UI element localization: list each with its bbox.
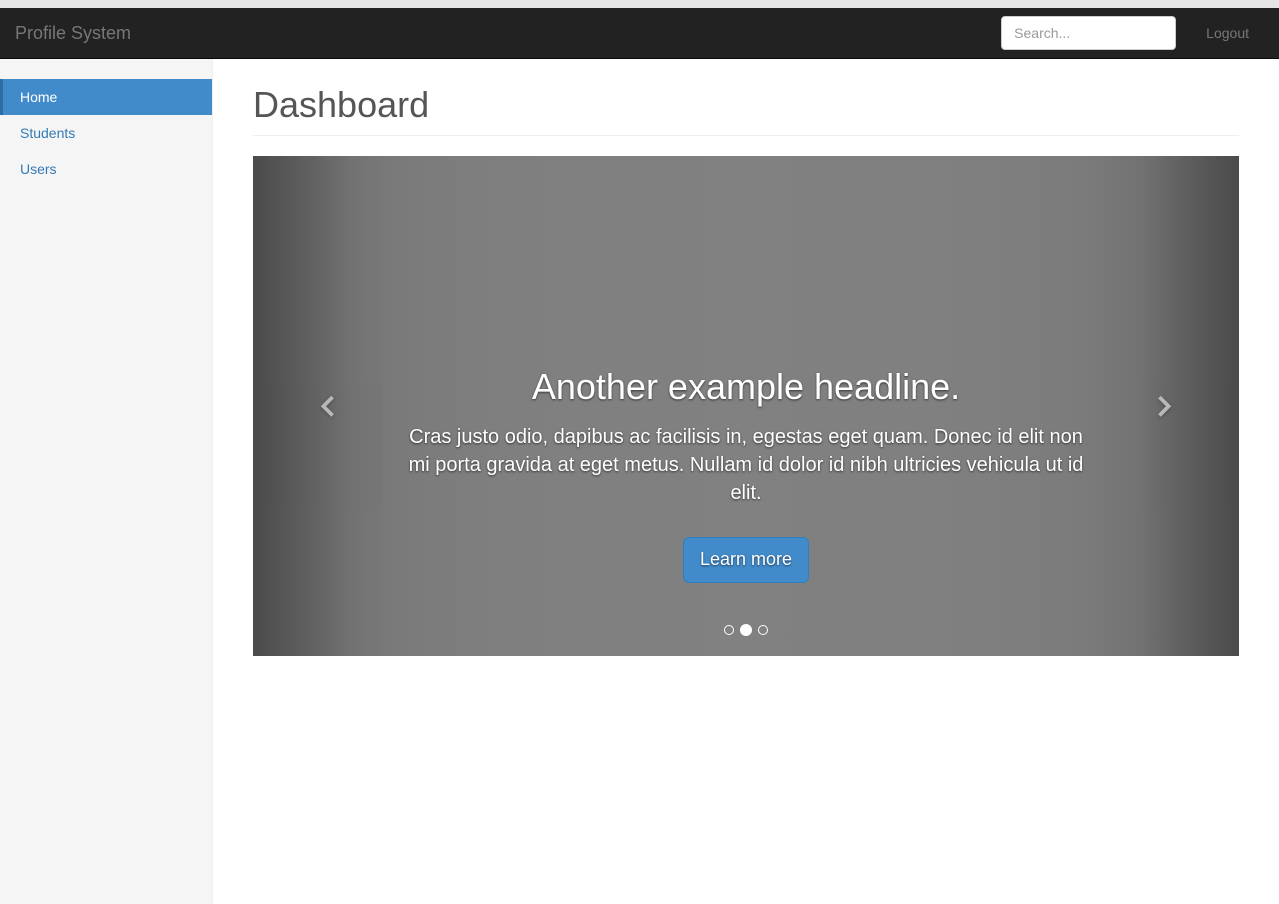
- page-header: Dashboard: [253, 84, 1239, 136]
- carousel-body: Cras justo odio, dapibus ac facilisis in…: [401, 423, 1091, 507]
- sidebar: Home Students Users: [0, 59, 213, 904]
- navbar: Profile System Logout: [0, 8, 1279, 59]
- sidebar-nav: Home Students Users: [0, 79, 212, 187]
- sidebar-item-students[interactable]: Students: [0, 115, 212, 151]
- carousel-indicator-1[interactable]: [740, 624, 752, 636]
- navbar-right: Logout: [1001, 10, 1264, 56]
- search-input[interactable]: [1001, 16, 1176, 50]
- sidebar-item-home[interactable]: Home: [0, 79, 212, 115]
- sidebar-item-label: Users: [0, 151, 212, 187]
- learn-more-button[interactable]: Learn more: [683, 537, 809, 583]
- chevron-left-icon: [312, 390, 342, 423]
- carousel-headline: Another example headline.: [401, 366, 1091, 408]
- carousel-indicators: [724, 625, 768, 636]
- carousel: Another example headline. Cras justo odi…: [253, 156, 1239, 656]
- carousel-next[interactable]: [1091, 156, 1239, 656]
- sidebar-item-users[interactable]: Users: [0, 151, 212, 187]
- chevron-right-icon: [1150, 390, 1180, 423]
- carousel-caption: Another example headline. Cras justo odi…: [401, 366, 1091, 583]
- sidebar-item-label: Students: [0, 115, 212, 151]
- carousel-indicator-2[interactable]: [758, 625, 768, 635]
- main-content: Dashboard Another example headline. Cras…: [213, 59, 1279, 904]
- carousel-indicator-0[interactable]: [724, 625, 734, 635]
- sidebar-item-label: Home: [3, 79, 212, 115]
- logout-link[interactable]: Logout: [1191, 10, 1264, 56]
- browser-chrome-strip: [0, 0, 1279, 8]
- carousel-prev[interactable]: [253, 156, 401, 656]
- page-title: Dashboard: [253, 84, 1239, 126]
- brand[interactable]: Profile System: [15, 8, 131, 58]
